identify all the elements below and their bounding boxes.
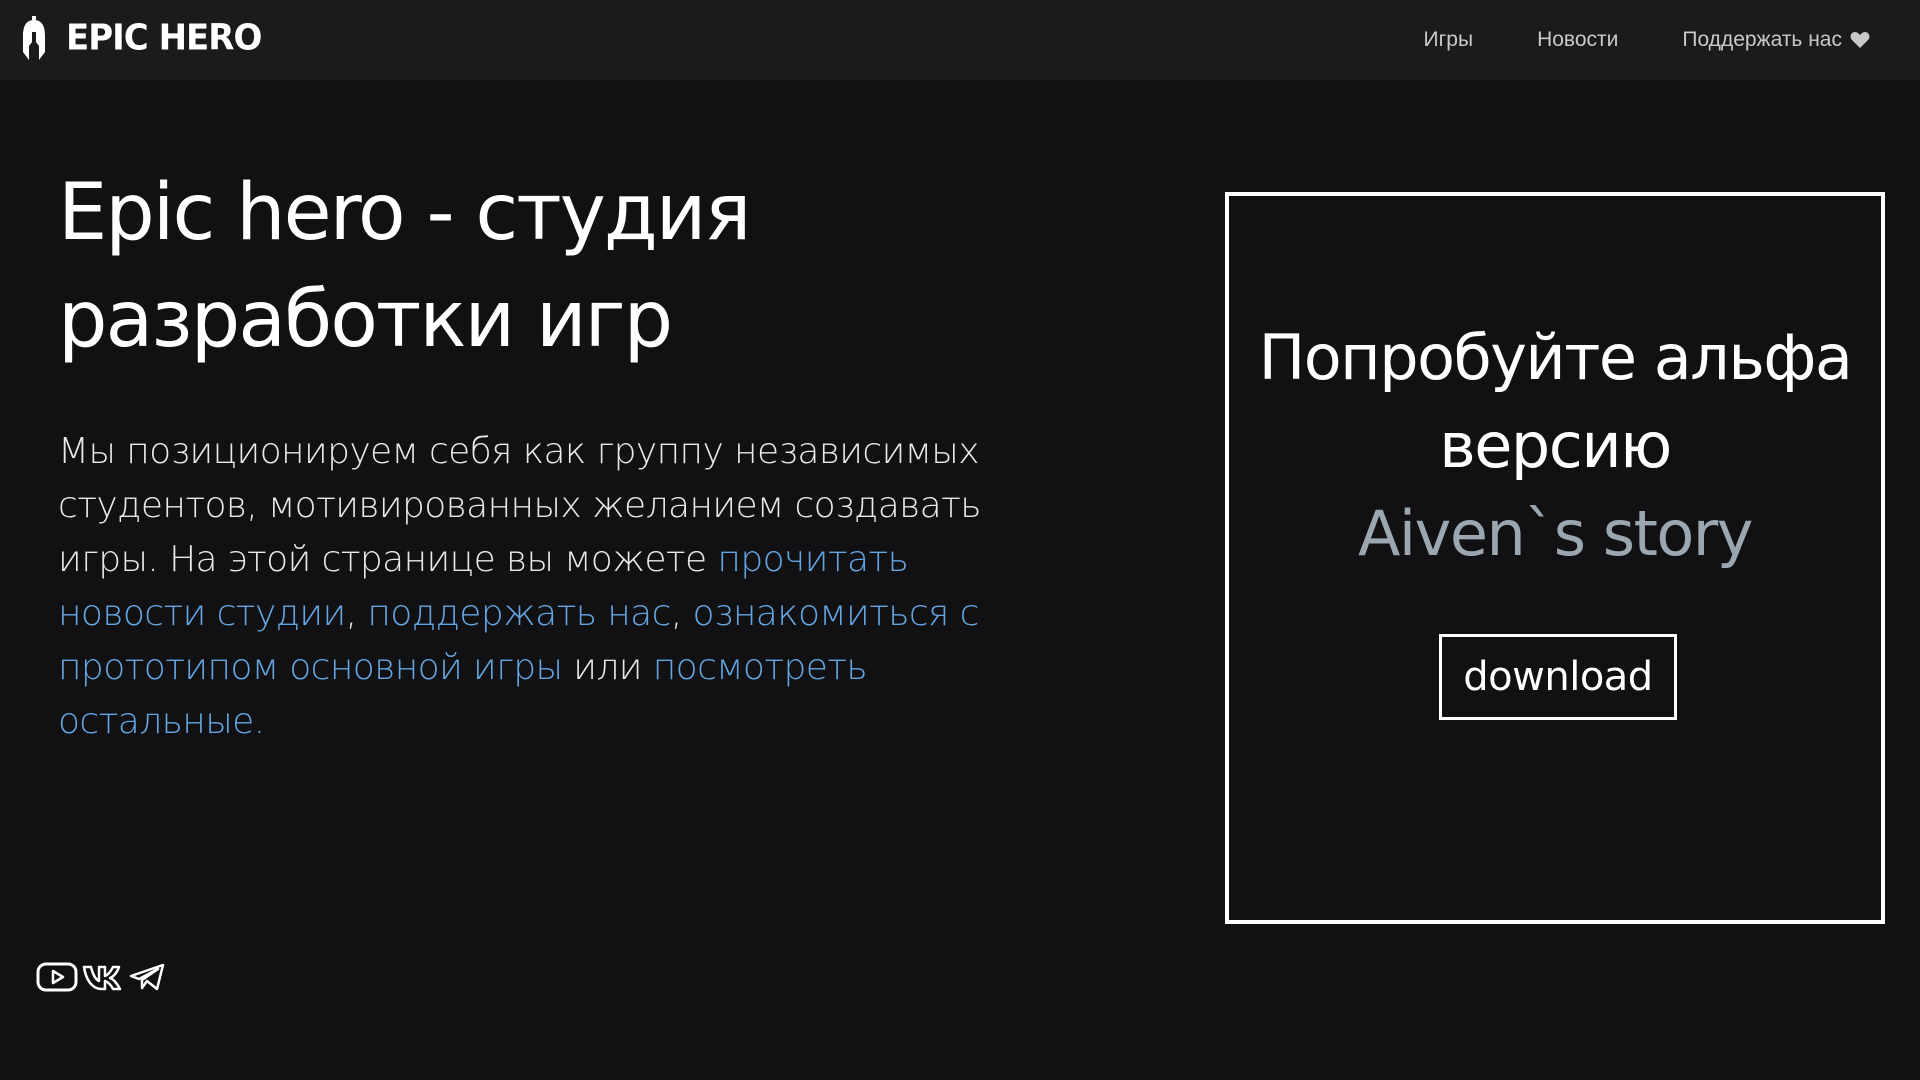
- logo-text: EPIC HERO: [66, 17, 262, 59]
- telegram-icon: [129, 963, 165, 991]
- promo-heading: Попробуйте альфа версию Aiven`s story: [1229, 314, 1881, 578]
- separator-text: ,: [345, 593, 368, 634]
- promo-title: Попробуйте альфа версию: [1258, 321, 1853, 482]
- alpha-promo-card: Попробуйте альфа версию Aiven`s story do…: [1225, 192, 1885, 924]
- nav-item-support[interactable]: Поддержать нас: [1682, 28, 1870, 52]
- nav-item-label: Игры: [1423, 28, 1474, 51]
- hero-title: Epic hero - студия разработки игр: [58, 168, 751, 365]
- separator-text: ,: [670, 593, 693, 634]
- download-button[interactable]: download: [1439, 634, 1677, 720]
- youtube-icon: [36, 962, 78, 992]
- nav-item-label: Поддержать нас: [1682, 28, 1842, 51]
- main-nav: Игры Новости Поддержать нас: [1360, 0, 1870, 80]
- logo[interactable]: EPIC HERO: [20, 14, 262, 62]
- vk-link[interactable]: [82, 962, 124, 992]
- nav-item-games[interactable]: Игры: [1424, 28, 1474, 52]
- promo-game-name: Aiven`s story: [1357, 497, 1754, 570]
- heart-icon: [1850, 32, 1870, 48]
- nav-item-label: Новости: [1537, 28, 1619, 51]
- vk-icon: [82, 965, 122, 991]
- site-header: EPIC HERO Игры Новости Поддержать нас: [0, 0, 1920, 80]
- telegram-link[interactable]: [128, 962, 168, 992]
- support-link[interactable]: поддержать нас: [367, 593, 671, 634]
- spartan-helmet-icon: [23, 16, 45, 60]
- social-links: [36, 962, 172, 992]
- hero-description: Мы позиционируем себя как группу независ…: [58, 425, 1008, 749]
- separator-text: или: [562, 647, 653, 688]
- nav-item-news[interactable]: Новости: [1537, 28, 1618, 52]
- youtube-link[interactable]: [36, 962, 78, 992]
